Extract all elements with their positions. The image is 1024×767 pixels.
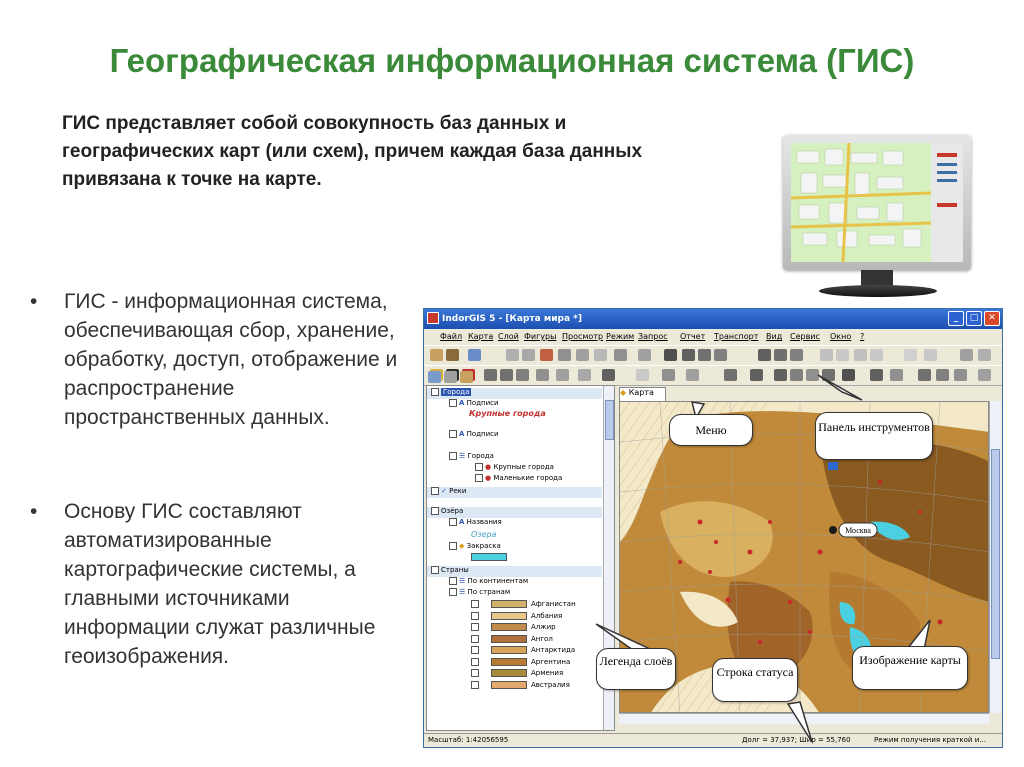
callout-map-image: Изображение карты [852, 646, 968, 690]
callout-toolbar: Панель инструментов [815, 412, 933, 460]
callout-status-bar: Строка статуса [712, 658, 798, 702]
callout-menu: Меню [669, 414, 753, 446]
callout-layer-legend: Легенда слоёв [596, 648, 676, 690]
